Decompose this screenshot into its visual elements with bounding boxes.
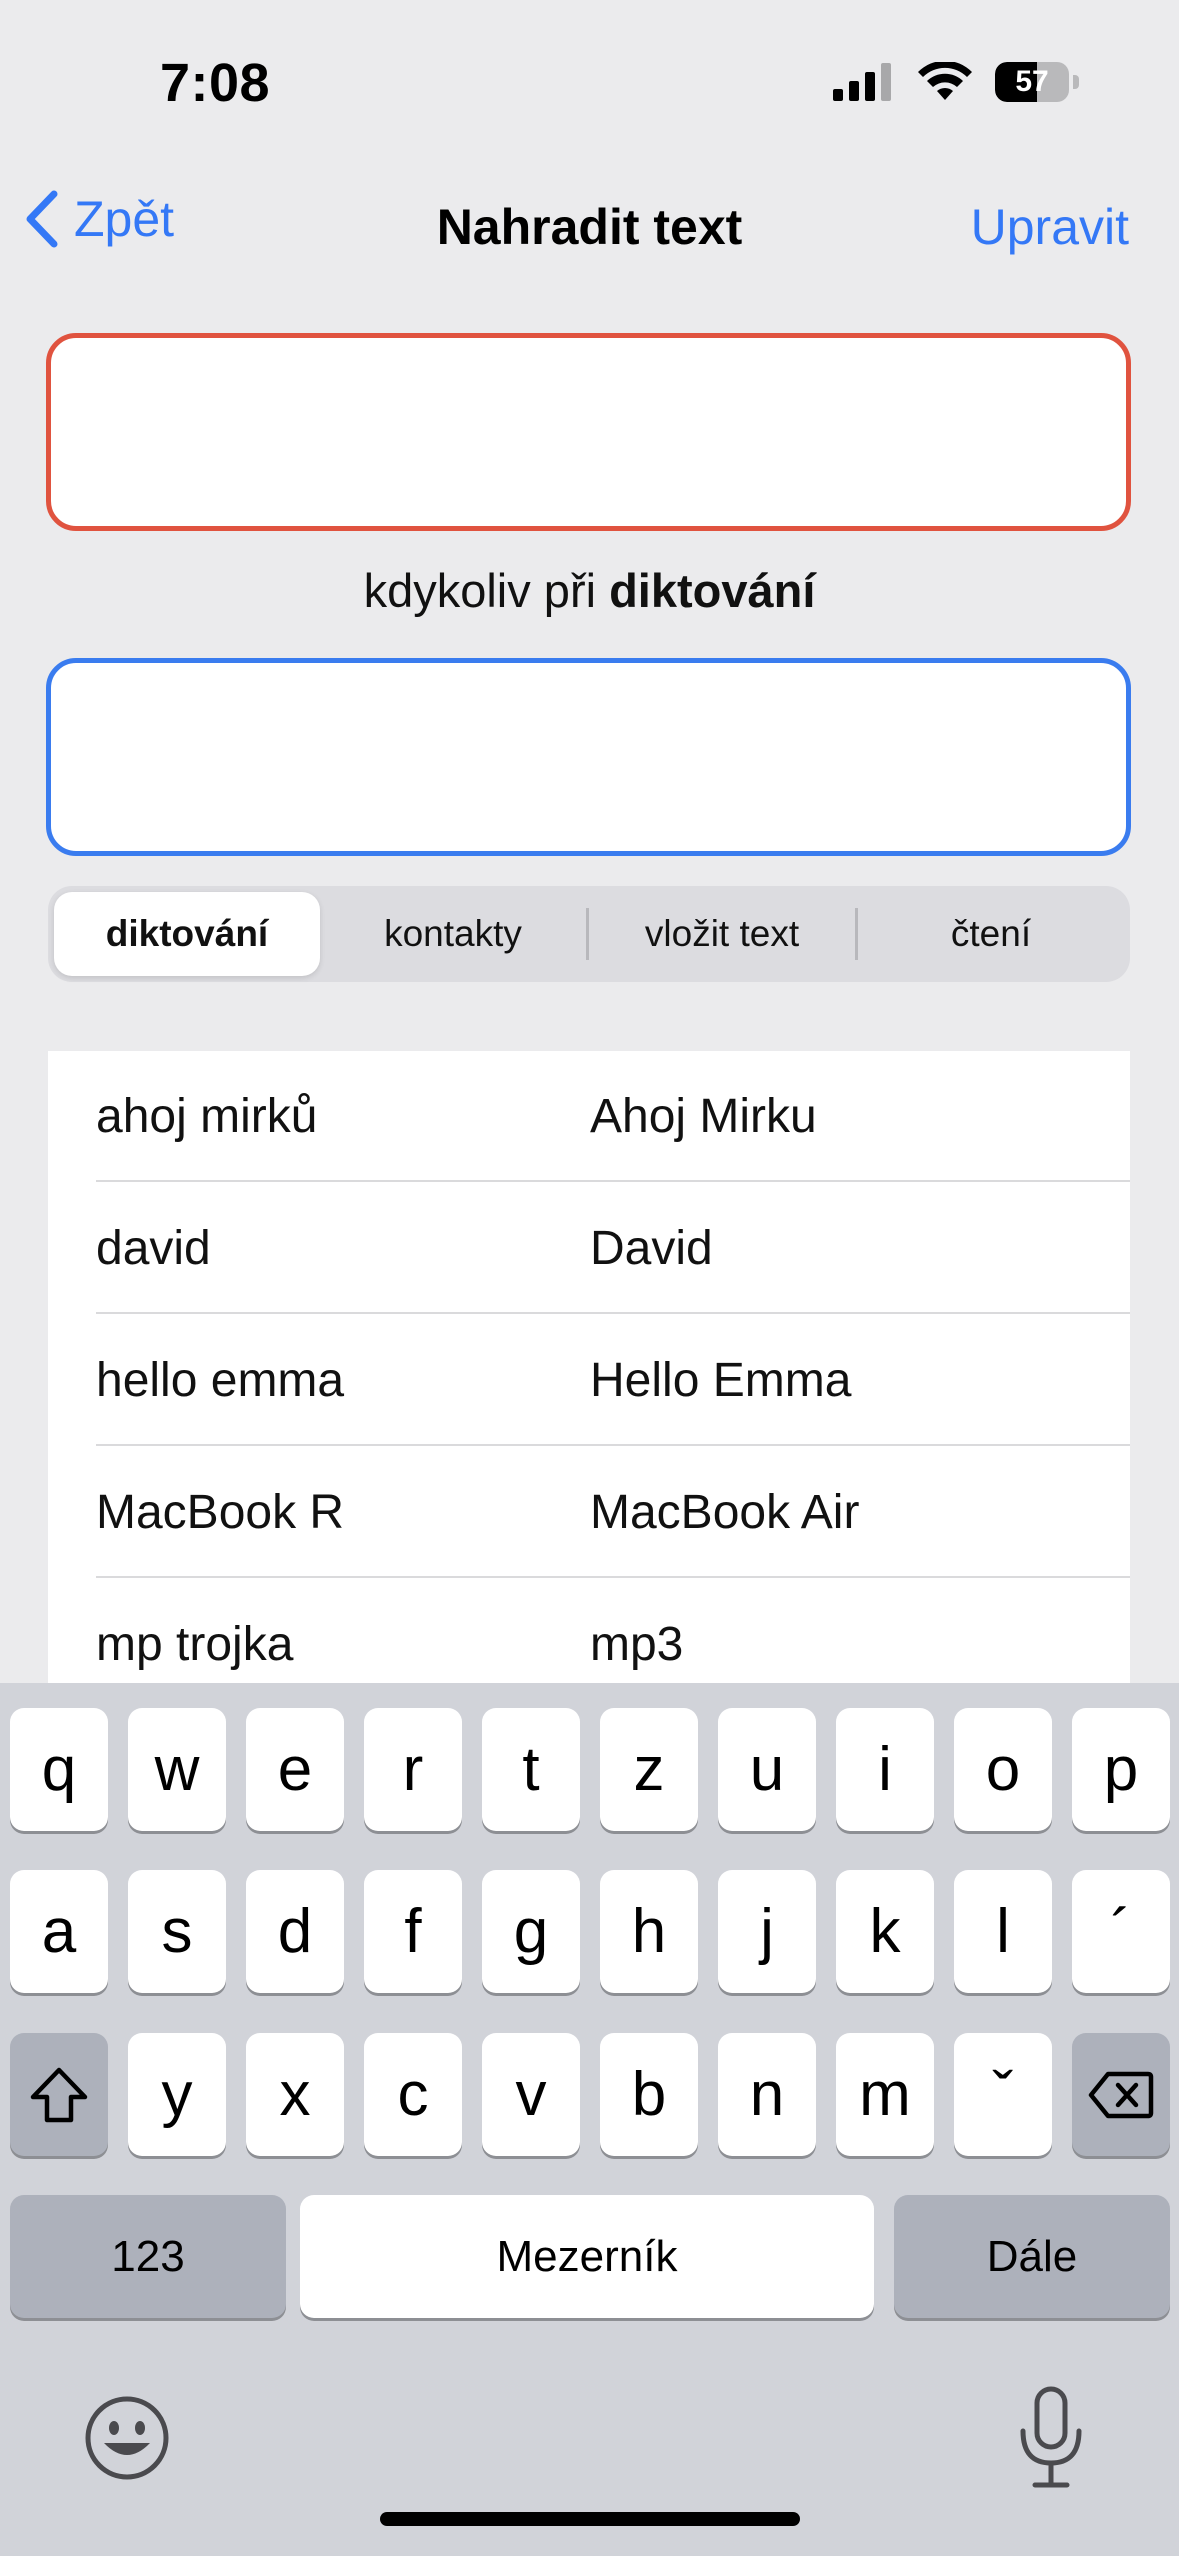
key-f[interactable]: f <box>364 1870 462 1993</box>
microphone-icon <box>1020 2386 1082 2488</box>
list-item[interactable]: MacBook R MacBook Air <box>96 1447 1130 1578</box>
key-o[interactable]: o <box>954 1708 1052 1831</box>
key-t[interactable]: t <box>482 1708 580 1831</box>
phrase-input[interactable] <box>51 338 1126 526</box>
key-y[interactable]: y <box>128 2033 226 2156</box>
cellular-signal-icon <box>833 63 891 101</box>
dictation-button[interactable] <box>1015 2383 1087 2493</box>
key-v[interactable]: v <box>482 2033 580 2156</box>
status-time: 7:08 <box>160 53 271 113</box>
list-item[interactable]: ahoj mirků Ahoj Mirku <box>96 1051 1130 1182</box>
mode-segmented-control: diktování kontakty vložit text čtení <box>48 886 1130 982</box>
list-item-phrase: ahoj mirků <box>96 1090 318 1143</box>
key-m[interactable]: m <box>836 2033 934 2156</box>
emoji-button[interactable] <box>82 2393 172 2483</box>
list-item[interactable]: david David <box>96 1183 1130 1314</box>
list-item-replacement: David <box>590 1222 713 1275</box>
battery-tip <box>1073 75 1079 89</box>
list-separator <box>96 1312 1130 1314</box>
key-caron[interactable]: ˇ <box>954 2033 1052 2156</box>
list-item-phrase: david <box>96 1222 211 1275</box>
list-item-phrase: MacBook R <box>96 1486 345 1539</box>
return-key[interactable]: Dále <box>894 2195 1170 2318</box>
battery-level: 57 <box>1015 65 1049 98</box>
key-b[interactable]: b <box>600 2033 698 2156</box>
keyboard: q w e r t z u i o p a s d f g h j k l ´ … <box>0 1683 1179 2556</box>
key-r[interactable]: r <box>364 1708 462 1831</box>
key-s[interactable]: s <box>128 1870 226 1993</box>
list-separator <box>96 1180 1130 1182</box>
list-item-replacement: Hello Emma <box>590 1354 852 1407</box>
list-item-replacement: MacBook Air <box>590 1486 860 1539</box>
key-c[interactable]: c <box>364 2033 462 2156</box>
segment-kontakty[interactable]: kontakty <box>320 892 586 976</box>
list-item[interactable]: mp trojka mp3 <box>96 1579 1130 1691</box>
segment-cteni[interactable]: čtení <box>858 892 1124 976</box>
list-item-replacement: Ahoj Mirku <box>590 1090 817 1143</box>
key-z[interactable]: z <box>600 1708 698 1831</box>
key-acute-accent[interactable]: ´ <box>1072 1870 1170 1993</box>
list-separator <box>96 1576 1130 1578</box>
key-e[interactable]: e <box>246 1708 344 1831</box>
replacement-field[interactable] <box>46 658 1131 856</box>
backspace-key[interactable] <box>1072 2033 1170 2156</box>
shift-icon <box>30 2067 88 2122</box>
caption-bold: diktování <box>609 564 816 617</box>
key-h[interactable]: h <box>600 1870 698 1993</box>
key-l[interactable]: l <box>954 1870 1052 1993</box>
phrase-field[interactable] <box>46 333 1131 531</box>
list-item-phrase: mp trojka <box>96 1618 294 1671</box>
caption-prefix: kdykoliv při <box>363 564 597 617</box>
key-k[interactable]: k <box>836 1870 934 1993</box>
key-j[interactable]: j <box>718 1870 816 1993</box>
segment-diktovani[interactable]: diktování <box>54 892 320 976</box>
edit-button[interactable]: Upravit <box>971 198 1129 256</box>
segment-vlozit-text[interactable]: vložit text <box>589 892 855 976</box>
list-item-replacement: mp3 <box>590 1618 684 1671</box>
backspace-icon <box>1088 2071 1154 2118</box>
replacement-list: ahoj mirků Ahoj Mirku david David hello … <box>48 1051 1130 1691</box>
key-q[interactable]: q <box>10 1708 108 1831</box>
list-separator <box>96 1444 1130 1446</box>
space-key[interactable]: Mezerník <box>300 2195 874 2318</box>
battery-icon: 57 <box>995 62 1069 102</box>
home-indicator[interactable] <box>380 2512 800 2526</box>
key-w[interactable]: w <box>128 1708 226 1831</box>
key-u[interactable]: u <box>718 1708 816 1831</box>
numbers-key[interactable]: 123 <box>10 2195 286 2318</box>
key-x[interactable]: x <box>246 2033 344 2156</box>
list-item[interactable]: hello emma Hello Emma <box>96 1315 1130 1446</box>
list-item-phrase: hello emma <box>96 1354 345 1407</box>
shift-key[interactable] <box>10 2033 108 2156</box>
key-g[interactable]: g <box>482 1870 580 1993</box>
key-n[interactable]: n <box>718 2033 816 2156</box>
wifi-icon <box>918 62 972 100</box>
key-p[interactable]: p <box>1072 1708 1170 1831</box>
key-a[interactable]: a <box>10 1870 108 1993</box>
key-d[interactable]: d <box>246 1870 344 1993</box>
status-icons: 57 <box>833 62 1079 102</box>
key-i[interactable]: i <box>836 1708 934 1831</box>
emoji-icon <box>85 2396 169 2480</box>
replacement-input[interactable] <box>51 663 1126 851</box>
field-caption: kdykoliv při diktování <box>0 563 1179 618</box>
